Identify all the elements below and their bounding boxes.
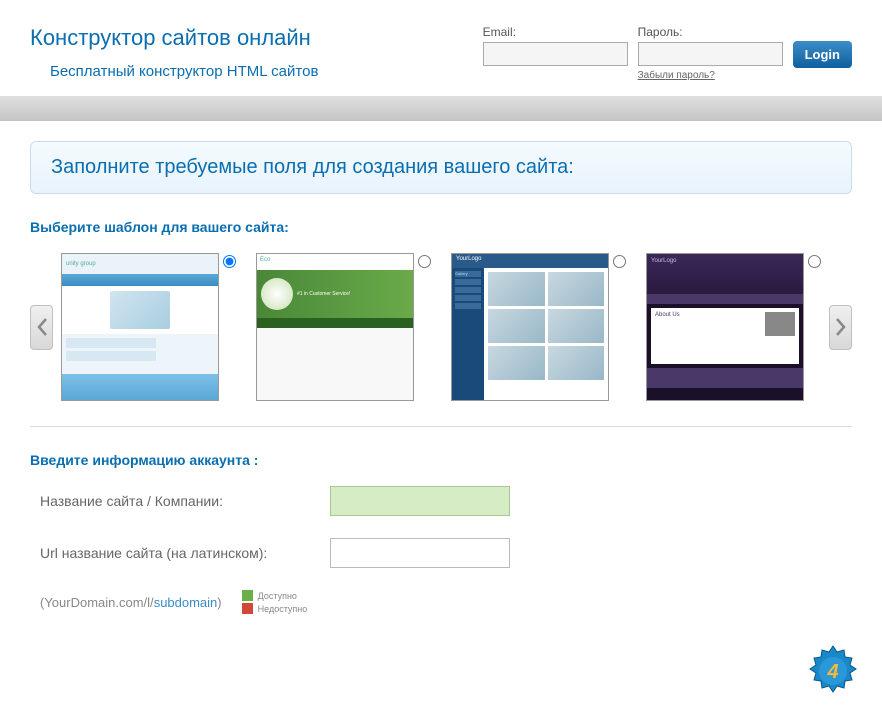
square-red-icon bbox=[242, 603, 253, 614]
url-name-label: Url название сайта (на латинском): bbox=[40, 545, 330, 561]
template-radio-4[interactable] bbox=[808, 255, 821, 268]
templates-section-title: Выберите шаблон для вашего сайта: bbox=[30, 219, 852, 235]
site-title: Конструктор сайтов онлайн bbox=[30, 25, 318, 51]
next-arrow-button[interactable] bbox=[829, 305, 852, 350]
template-option-2: Eco #1 in Customer Service! bbox=[256, 253, 431, 401]
url-name-row: Url название сайта (на латинском): bbox=[40, 538, 842, 568]
chevron-left-icon bbox=[35, 317, 49, 337]
password-input[interactable] bbox=[638, 42, 783, 66]
chevron-right-icon bbox=[834, 317, 848, 337]
template-option-1: unity group bbox=[61, 253, 236, 401]
main-heading: Заполните требуемые поля для создания ва… bbox=[51, 156, 831, 179]
domain-example: (YourDomain.com/l/subdomain) bbox=[40, 595, 222, 610]
main-heading-bar: Заполните требуемые поля для создания ва… bbox=[30, 141, 852, 194]
password-label: Пароль: bbox=[638, 25, 783, 39]
site-name-input[interactable] bbox=[330, 486, 510, 516]
template-option-4: YourLogo About Us bbox=[646, 253, 821, 401]
url-name-input[interactable] bbox=[330, 538, 510, 568]
template-2-logo: Eco bbox=[257, 254, 413, 270]
template-4-logo: YourLogo bbox=[647, 254, 803, 294]
forgot-password-link[interactable]: Забыли пароль? bbox=[638, 70, 783, 81]
template-thumbnail-3[interactable]: YourLogo Gallery bbox=[451, 253, 609, 401]
divider-line bbox=[30, 426, 852, 427]
domain-helper: (YourDomain.com/l/subdomain) Доступно Не… bbox=[40, 590, 842, 614]
template-1-logo: unity group bbox=[62, 254, 218, 274]
svg-text:4: 4 bbox=[826, 661, 838, 683]
template-thumbnail-1[interactable]: unity group bbox=[61, 253, 219, 401]
site-name-row: Название сайта / Компании: bbox=[40, 486, 842, 516]
divider-bar bbox=[0, 96, 882, 121]
square-green-icon bbox=[242, 590, 253, 601]
template-option-3: YourLogo Gallery bbox=[451, 253, 626, 401]
template-radio-2[interactable] bbox=[418, 255, 431, 268]
template-radio-3[interactable] bbox=[613, 255, 626, 268]
availability-legend: Доступно Недоступно bbox=[242, 590, 308, 614]
site-subtitle: Бесплатный конструктор HTML сайтов bbox=[50, 63, 318, 80]
logo-area: Конструктор сайтов онлайн Бесплатный кон… bbox=[30, 25, 318, 80]
email-label: Email: bbox=[483, 25, 628, 39]
site-name-label: Название сайта / Компании: bbox=[40, 493, 330, 509]
template-thumbnail-2[interactable]: Eco #1 in Customer Service! bbox=[256, 253, 414, 401]
template-selector: unity group Eco #1 in Customer Service! bbox=[30, 253, 852, 401]
gear-badge-icon: 4 bbox=[802, 640, 864, 702]
template-3-logo: YourLogo bbox=[452, 254, 608, 268]
header: Конструктор сайтов онлайн Бесплатный кон… bbox=[0, 0, 882, 96]
email-input[interactable] bbox=[483, 42, 628, 66]
login-button[interactable]: Login bbox=[793, 41, 852, 68]
template-radio-1[interactable] bbox=[223, 255, 236, 268]
login-form: Email: Пароль: Забыли пароль? Login bbox=[483, 25, 852, 81]
template-thumbnail-4[interactable]: YourLogo About Us bbox=[646, 253, 804, 401]
account-section-title: Введите информацию аккаунта : bbox=[30, 452, 852, 468]
prev-arrow-button[interactable] bbox=[30, 305, 53, 350]
